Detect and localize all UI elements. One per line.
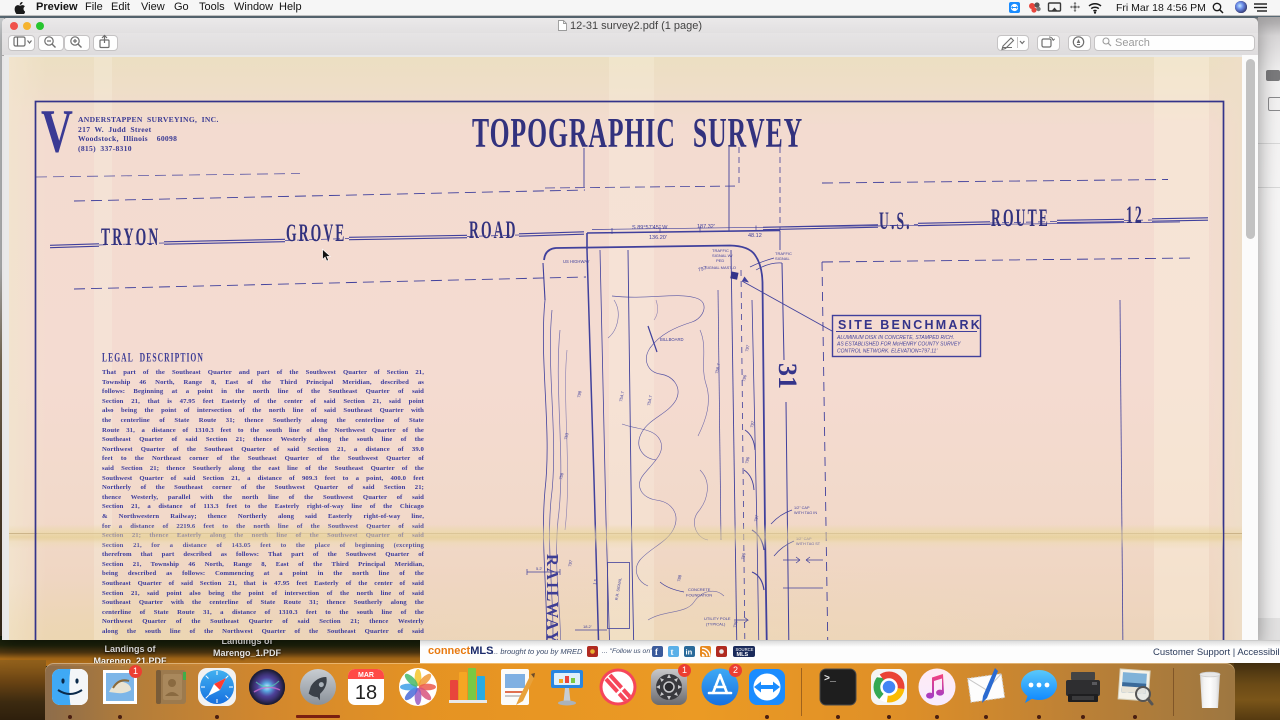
svg-text:ALUMINUM DISK IN CONCRETE, STA: ALUMINUM DISK IN CONCRETE, STAMPED RICH. bbox=[836, 335, 954, 341]
svg-text:5.2': 5.2' bbox=[536, 566, 543, 571]
svg-text:US HIGHWAY: US HIGHWAY bbox=[563, 259, 590, 264]
svg-text:758.7: 758.7 bbox=[714, 362, 721, 374]
svg-text:18: 18 bbox=[355, 682, 377, 704]
svg-text:UTILITY POLE: UTILITY POLE bbox=[704, 616, 731, 621]
svg-text:136.20': 136.20' bbox=[649, 235, 667, 241]
svg-text:MLS: MLS bbox=[737, 652, 749, 658]
svg-text:754.7: 754.7 bbox=[646, 394, 653, 406]
svg-text:788: 788 bbox=[676, 574, 682, 583]
svg-text:WITH TAG IN: WITH TAG IN bbox=[794, 511, 817, 515]
svg-text:796: 796 bbox=[741, 374, 747, 383]
svg-text:48.12: 48.12 bbox=[748, 233, 762, 239]
svg-text:BILLBOARD: BILLBOARD bbox=[660, 337, 684, 342]
svg-text:796: 796 bbox=[740, 552, 746, 561]
svg-text:MAR: MAR bbox=[358, 672, 374, 679]
svg-text:SITE BENCHMARK: SITE BENCHMARK bbox=[838, 318, 982, 332]
svg-text:in: in bbox=[686, 648, 693, 657]
svg-text:18.2': 18.2' bbox=[583, 624, 592, 629]
svg-text:797: 797 bbox=[698, 265, 708, 273]
svg-text:SIGNAL: SIGNAL bbox=[775, 256, 790, 261]
svg-text:753: 753 bbox=[563, 432, 569, 441]
svg-text:(TYPICAL): (TYPICAL) bbox=[706, 622, 726, 627]
svg-text:CONCRETE: CONCRETE bbox=[688, 587, 711, 592]
svg-text:t: t bbox=[671, 647, 674, 657]
svg-text:797: 797 bbox=[567, 559, 573, 568]
svg-text:31: 31 bbox=[773, 363, 802, 389]
svg-text:FOUNDATION: FOUNDATION bbox=[686, 593, 712, 598]
svg-text:796: 796 bbox=[732, 620, 738, 629]
svg-text:797: 797 bbox=[744, 344, 750, 353]
svg-text:796: 796 bbox=[744, 456, 750, 465]
svg-text:>_: >_ bbox=[824, 674, 837, 685]
svg-text:CONTROL NETWORK. ELEVATION=797: CONTROL NETWORK. ELEVATION=797.11' bbox=[837, 348, 938, 354]
svg-text:1/2" CAP: 1/2" CAP bbox=[794, 506, 810, 510]
svg-text:R.R. SIGNAL: R.R. SIGNAL bbox=[615, 578, 623, 601]
svg-text:798: 798 bbox=[576, 390, 582, 399]
svg-text:754.7: 754.7 bbox=[618, 390, 625, 402]
svg-text:AS ESTABLISHED FOR McHENRY COU: AS ESTABLISHED FOR McHENRY COUNTY SURVEY bbox=[836, 342, 961, 348]
svg-text:797: 797 bbox=[753, 514, 759, 523]
svg-text:PED: PED bbox=[716, 258, 724, 263]
svg-text:758: 758 bbox=[558, 472, 564, 481]
svg-text:S 89°57'45" W: S 89°57'45" W bbox=[632, 225, 668, 231]
svg-text:SIGNAL MAST-O: SIGNAL MAST-O bbox=[705, 265, 736, 270]
